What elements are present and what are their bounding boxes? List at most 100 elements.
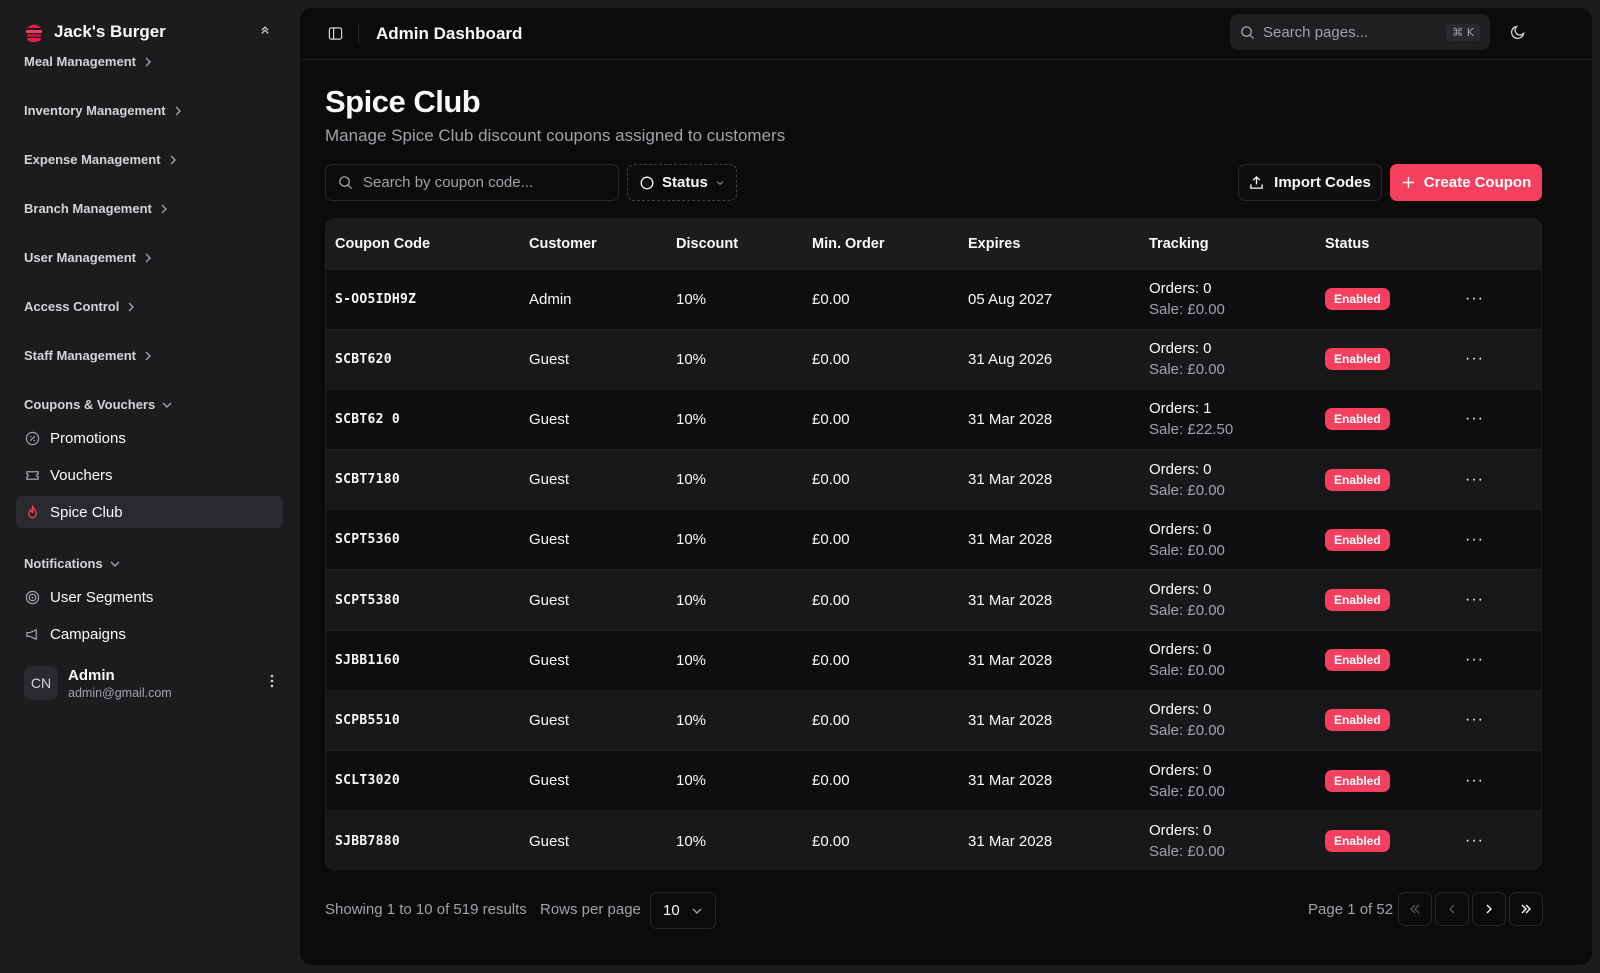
nav-group-user-management[interactable]: User Management [24,250,154,265]
sidebar: Jack's Burger Meal Management Inventory … [0,0,300,973]
chevron-right-icon [1486,904,1492,914]
min-order: £0.00 [812,531,850,549]
table-row[interactable]: SCBT7180 Guest 10% £0.00 31 Mar 2028 Ord… [326,449,1541,510]
tracking: Orders: 0 Sale: £0.00 [1140,751,1316,811]
brand[interactable]: Jack's Burger [24,20,166,44]
page-title: Spice Club [325,84,481,119]
more-horizontal-icon[interactable]: ··· [1456,570,1541,630]
table-row[interactable]: S-OO5IDH9Z Admin 10% £0.00 05 Aug 2027 O… [326,269,1541,330]
nav-group-inventory-management[interactable]: Inventory Management [24,103,184,118]
search-icon [338,175,353,190]
status: Enabled [1316,450,1456,510]
chevron-right-icon [145,57,151,66]
tracking-orders: Orders: 0 [1149,641,1212,659]
next-page-button[interactable] [1472,892,1506,926]
chevron-right-icon [128,302,135,311]
table-row[interactable]: SCPT5380 Guest 10% £0.00 31 Mar 2028 Ord… [326,569,1541,631]
chevron-down-icon [162,402,172,408]
expires: 31 Mar 2028 [968,531,1053,549]
coupon-search-input[interactable] [363,174,593,191]
more-horizontal-icon[interactable]: ··· [1456,811,1541,869]
tracking-orders: Orders: 0 [1149,822,1212,840]
chevrons-left-icon [1410,904,1420,914]
expires: 31 Mar 2028 [968,651,1053,669]
create-coupon-button[interactable]: Create Coupon [1390,164,1542,201]
rows-per-page-value: 10 [663,902,680,919]
sidebar-item-user-segments[interactable]: User Segments [16,581,283,613]
more-horizontal-icon[interactable]: ··· [1456,450,1541,510]
tracking-orders: Orders: 0 [1149,460,1212,478]
status-filter-button[interactable]: Status [627,164,737,201]
more-horizontal-icon[interactable]: ··· [1456,690,1541,750]
more-vertical-icon[interactable] [270,674,274,693]
expires: 31 Mar 2028 [968,711,1053,729]
sidebar-item-promotions[interactable]: Promotions [16,422,283,454]
nav-group-meal-management[interactable]: Meal Management [24,54,154,69]
column-header-tracking: Tracking [1149,235,1209,252]
sidebar-item-campaigns[interactable]: Campaigns [16,618,283,650]
nav-group-coupons-vouchers[interactable]: Coupons & Vouchers [24,397,173,412]
sidebar-nav: Meal Management Inventory Management Exp… [0,54,300,650]
table-row[interactable]: SCBT62 0 Guest 10% £0.00 31 Mar 2028 Ord… [326,389,1541,450]
table-row[interactable]: SCPB5510 Guest 10% £0.00 31 Mar 2028 Ord… [326,690,1541,751]
table-header-row: Coupon Code Customer Discount Min. Order… [326,219,1541,269]
user-profile[interactable]: CN Admin admin@gmail.com [24,662,280,704]
sidebar-item-spice-club[interactable]: Spice Club [16,496,283,528]
burger-logo-icon [24,20,44,44]
nav-group-access-control[interactable]: Access Control [24,299,137,314]
chevron-right-icon [161,204,167,213]
status-badge: Enabled [1325,649,1390,672]
tracking-sale: Sale: £0.00 [1149,361,1225,379]
last-page-button[interactable] [1509,892,1543,926]
customer: Admin [529,290,572,308]
more-horizontal-icon[interactable]: ··· [1456,630,1541,690]
discount: 10% [676,410,707,428]
rows-per-page-select[interactable]: 10 [650,892,716,929]
table-row[interactable]: SCBT620 Guest 10% £0.00 31 Aug 2026 Orde… [326,329,1541,390]
more-horizontal-icon[interactable]: ··· [1456,269,1541,329]
table-row[interactable]: SJBB7880 Guest 10% £0.00 31 Mar 2028 Ord… [326,810,1541,869]
more-horizontal-icon[interactable]: ··· [1456,751,1541,811]
nav-group-branch-management[interactable]: Branch Management [24,201,170,216]
more-horizontal-icon[interactable]: ··· [1456,389,1541,449]
table-row[interactable]: SCLT3020 Guest 10% £0.00 31 Mar 2028 Ord… [326,750,1541,811]
sidebar-toggle-icon[interactable] [328,26,344,42]
nav-group-label: Staff Management [24,348,136,363]
chevrons-up-down-icon[interactable] [258,24,276,42]
min-order: £0.00 [812,772,850,790]
first-page-button[interactable] [1398,892,1432,926]
column-header-status: Status [1325,235,1370,252]
status: Enabled [1316,630,1456,690]
status: Enabled [1316,269,1456,329]
ticket-icon [25,468,40,483]
nav-group-staff-management[interactable]: Staff Management [24,348,154,363]
tracking: Orders: 0 Sale: £0.00 [1140,269,1316,329]
tracking: Orders: 0 Sale: £0.00 [1140,811,1316,869]
search-icon [1240,25,1255,40]
tracking-sale: Sale: £0.00 [1149,481,1225,499]
coupon-search-field[interactable] [325,164,619,201]
moon-icon[interactable] [1510,24,1528,42]
tracking-orders: Orders: 0 [1149,761,1212,779]
import-codes-button[interactable]: Import Codes [1238,164,1382,201]
coupon-code: SCLT3020 [335,773,401,789]
header-title: Admin Dashboard [376,24,523,43]
nav-group-notifications[interactable]: Notifications [24,556,121,571]
previous-page-button[interactable] [1435,892,1469,926]
megaphone-icon [25,627,40,642]
sidebar-item-vouchers[interactable]: Vouchers [16,459,283,491]
more-horizontal-icon[interactable]: ··· [1456,329,1541,389]
nav-group-label: Meal Management [24,54,136,69]
sidebar-item-label: Vouchers [50,466,113,484]
page-search-input[interactable]: Search pages... ⌘ K [1230,14,1490,50]
sidebar-item-label: Promotions [50,429,126,447]
chevron-right-icon [175,106,181,115]
nav-group-expense-management[interactable]: Expense Management [24,152,179,167]
more-horizontal-icon[interactable]: ··· [1456,510,1541,570]
expires: 31 Aug 2026 [968,350,1053,368]
table-row[interactable]: SCPT5360 Guest 10% £0.00 31 Mar 2028 Ord… [326,509,1541,570]
column-header-customer: Customer [529,235,597,252]
table-row[interactable]: SJBB1160 Guest 10% £0.00 31 Mar 2028 Ord… [326,630,1541,691]
min-order: £0.00 [812,350,850,368]
keyboard-shortcut: ⌘ K [1446,23,1480,41]
